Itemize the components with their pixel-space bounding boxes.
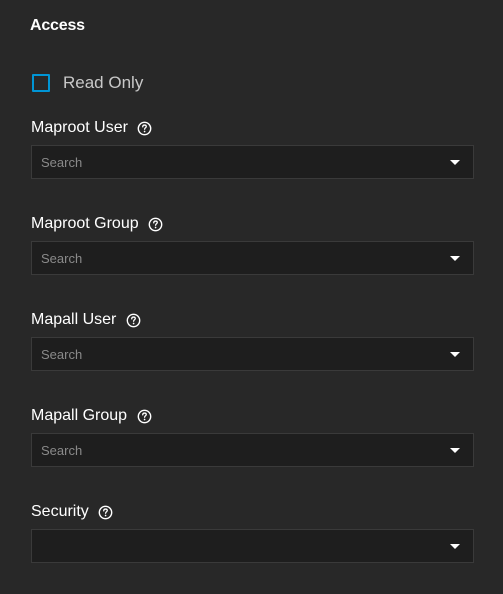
mapall-user-field: Mapall User [31,309,474,371]
maproot-user-select[interactable] [31,145,474,179]
chevron-down-icon[interactable] [450,543,460,549]
mapall-user-select[interactable] [31,337,474,371]
security-selected-value [32,530,450,562]
maproot-user-search-input[interactable] [32,146,450,178]
help-icon[interactable] [137,120,153,136]
help-icon[interactable] [125,312,141,328]
chevron-down-icon[interactable] [450,255,460,261]
mapall-user-search-input[interactable] [32,338,450,370]
mapall-group-label: Mapall Group [31,407,128,424]
maproot-group-field: Maproot Group [31,213,474,275]
chevron-down-icon[interactable] [450,159,460,165]
checkbox-box[interactable] [32,74,50,92]
section-title-access: Access [30,17,85,34]
help-icon[interactable] [136,408,152,424]
maproot-group-search-input[interactable] [32,242,450,274]
mapall-group-search-input[interactable] [32,434,450,466]
read-only-checkbox[interactable]: Read Only [32,73,143,93]
maproot-user-field: Maproot User [31,117,474,179]
maproot-group-label: Maproot Group [31,215,139,232]
chevron-down-icon[interactable] [450,447,460,453]
mapall-group-select[interactable] [31,433,474,467]
security-label: Security [31,503,89,520]
read-only-label: Read Only [63,73,144,92]
mapall-user-label: Mapall User [31,311,117,328]
maproot-group-select[interactable] [31,241,474,275]
chevron-down-icon[interactable] [450,351,460,357]
security-field: Security [31,501,474,563]
security-select[interactable] [31,529,474,563]
maproot-user-label: Maproot User [31,119,128,136]
help-icon[interactable] [148,216,164,232]
help-icon[interactable] [98,504,114,520]
mapall-group-field: Mapall Group [31,405,474,467]
